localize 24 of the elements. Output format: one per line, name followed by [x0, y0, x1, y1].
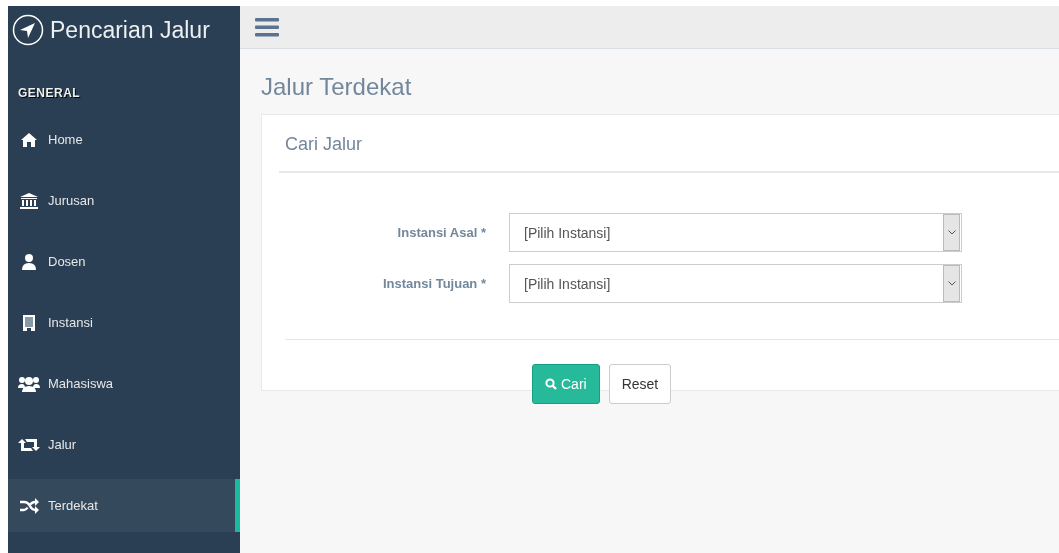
sidebar-item[interactable]: Home	[8, 113, 240, 166]
sidebar-item[interactable]: Mahasiswa	[8, 357, 240, 410]
chevron-down-icon	[947, 281, 956, 286]
panel-title: Cari Jalur	[279, 115, 1059, 173]
sidebar-item[interactable]: Terdekat	[8, 479, 240, 532]
users-icon	[18, 375, 40, 392]
select-field[interactable]: [Pilih Instansi]	[509, 213, 962, 252]
sidebar-item[interactable]: Jalur	[8, 418, 240, 471]
select-field[interactable]: [Pilih Instansi]	[509, 264, 962, 303]
menu-icon[interactable]	[255, 17, 279, 37]
section-heading: GENERAL	[17, 85, 82, 102]
sidebar-item[interactable]: Jurusan	[8, 174, 240, 227]
chevron-down-icon	[947, 230, 956, 235]
field-label: Instansi Asal *	[396, 225, 487, 240]
reset-button[interactable]: Reset	[608, 364, 672, 404]
search-icon	[545, 378, 557, 390]
sidebar-item[interactable]: Instansi	[8, 296, 240, 349]
field-label: Instansi Tujuan *	[381, 276, 487, 291]
shuffle-icon	[18, 497, 40, 514]
bank-icon	[18, 192, 40, 209]
page-title: Jalur Terdekat	[261, 73, 413, 101]
app-title: Pencarian Jalur	[50, 16, 210, 44]
repeat-arrows-icon	[18, 436, 40, 453]
sidebar-item[interactable]: Dosen	[8, 235, 240, 288]
